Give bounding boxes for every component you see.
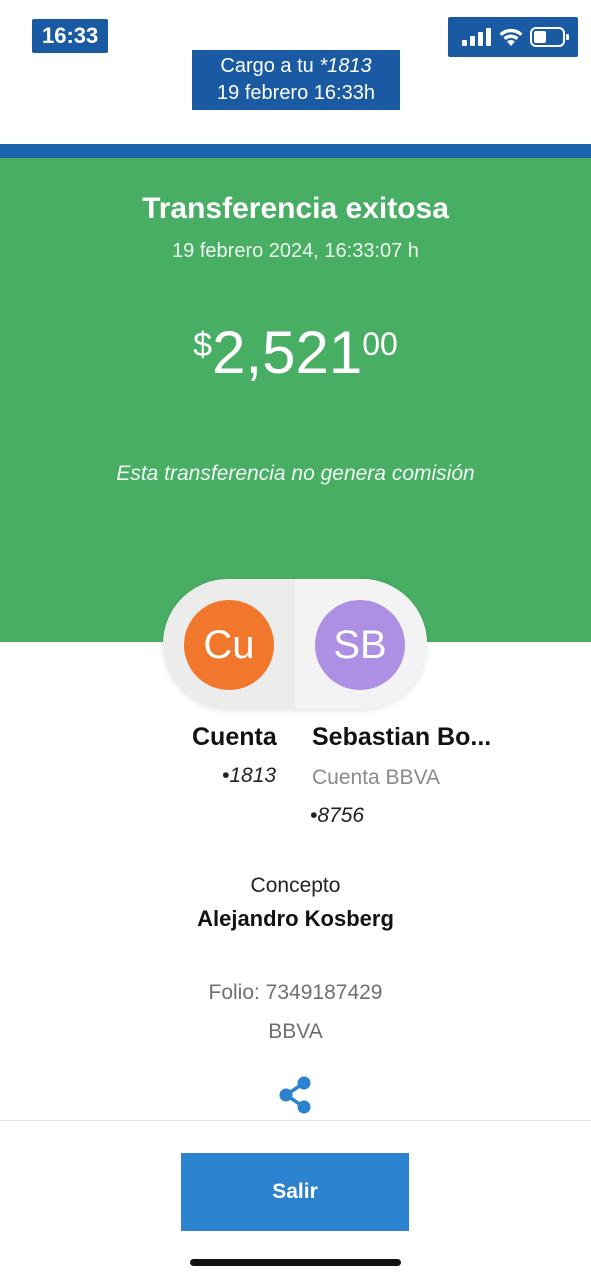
amount-decimals: 00 [362,326,398,362]
notification-prefix: Cargo a tu [220,55,320,77]
amount-integer: 2,521 [212,319,363,386]
transfer-title: Transferencia exitosa [142,192,449,225]
concept-value: Alejandro Kosberg [197,906,394,931]
from-account-number: •1813 [222,764,277,787]
battery-icon [530,27,569,47]
folio-number: Folio: 7349187429 [208,981,383,1004]
commission-note: Esta transferencia no genera comisión [116,462,475,485]
bank-name: BBVA [268,1020,323,1043]
to-account-number: •8756 [310,804,365,827]
status-time: 16:33 [32,19,109,53]
to-account-name: Sebastian Bo... [312,723,492,751]
notification-line2: 19 febrero 16:33h [217,82,375,104]
share-icon[interactable] [277,1076,313,1114]
exit-button[interactable]: Salir [181,1153,409,1231]
transfer-amount: $2,52100 [0,318,591,398]
signal-icon [462,28,491,46]
charge-notification: Cargo a tu *1813 19 febrero 16:33h [192,50,400,110]
transfer-datetime: 19 febrero 2024, 16:33:07 h [172,240,419,262]
from-account-avatar: Cu [184,600,274,690]
from-account-name: Cuenta [192,723,277,751]
wifi-icon [499,28,523,46]
brand-strip [0,144,591,158]
status-icons [448,17,578,57]
to-account-avatar: SB [315,600,405,690]
notification-line1: Cargo a tu *1813 [192,53,400,80]
transfer-hero: Transferencia exitosa 19 febrero 2024, 1… [0,158,591,642]
footer-divider [0,1120,591,1121]
accounts-avatar-pill: Cu SB [163,579,427,709]
amount-currency: $ [193,326,213,364]
notification-account: *1813 [319,55,372,77]
home-indicator[interactable] [190,1259,401,1266]
to-account-bank: Cuenta BBVA [312,766,441,789]
concept-label: Concepto [250,874,341,897]
